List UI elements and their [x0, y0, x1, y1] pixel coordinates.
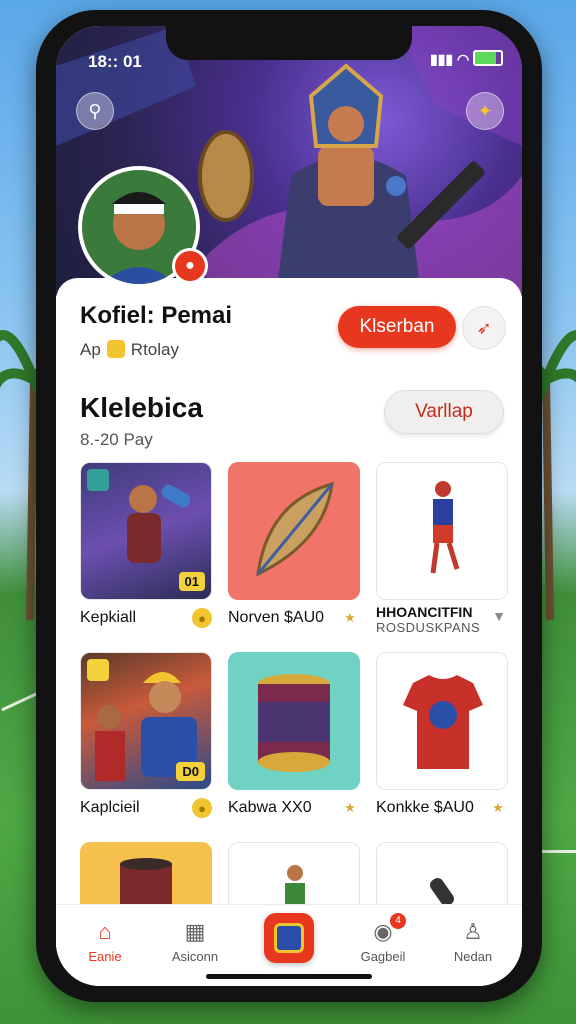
nav-chat[interactable]: ◉ 4 Gagbeil [348, 913, 418, 964]
item-caption: Norven $AU0 ★ [228, 608, 360, 628]
notification-badge: 4 [390, 913, 406, 929]
signal-icon: ▮▮▮ [430, 51, 454, 67]
wifi-icon: ◠ [457, 51, 470, 67]
section-subtitle: 8.-20 Pay [80, 430, 153, 449]
search-button[interactable]: ⚲ [76, 92, 114, 130]
star-icon: ★ [344, 800, 356, 815]
item-thumbnail: D0 [80, 652, 212, 790]
camera-icon: ● [185, 257, 195, 274]
battery-icon [473, 50, 504, 66]
view-all-button[interactable]: Varllap [384, 390, 504, 434]
center-badge-icon [274, 923, 304, 953]
profile-sub-label: Rtolay [130, 340, 179, 359]
item-corner-icon [87, 469, 109, 491]
nav-store[interactable]: ▦ Asiconn [160, 919, 230, 964]
item-thumbnail [376, 842, 508, 906]
item-label: Kaplcieil [80, 799, 140, 816]
phone-frame: 18:: 01 ▮▮▮ ◠ ⚲ ✦ ● Kofiel: Pemai Ap Rto… [36, 10, 542, 1002]
item-thumbnail: 01 [80, 462, 212, 600]
drum-art [120, 858, 172, 906]
item-card[interactable]: Kabwa XX0 ★ [228, 652, 360, 818]
item-card[interactable]: D0 Kaplcieil ● [80, 652, 212, 818]
item-corner-icon [87, 659, 109, 681]
nav-center-button[interactable] [264, 913, 314, 963]
user-icon: ♙ [463, 919, 483, 944]
chat-icon: ◉ 4 [370, 913, 406, 945]
nav-label: Asiconn [171, 949, 219, 964]
field-line [540, 850, 576, 853]
item-card[interactable] [228, 842, 360, 906]
profile-sub-prefix: Ap [80, 340, 101, 359]
camera-notch [166, 26, 412, 60]
section-title: Klelebica [80, 392, 203, 423]
nav-profile[interactable]: ♙ Nedan [438, 919, 508, 964]
star-icon: ★ [492, 800, 504, 815]
item-thumbnail [228, 842, 360, 906]
nav-label: Gagbeil [360, 949, 406, 964]
profile-name: Kofiel: Pemai [80, 302, 233, 329]
item-caption: Kaplcieil ● [80, 798, 212, 818]
app-screen: 18:: 01 ▮▮▮ ◠ ⚲ ✦ ● Kofiel: Pemai Ap Rto… [56, 26, 522, 986]
item-caption: Konkke $AU0 ★ [376, 798, 508, 818]
nav-home[interactable]: ⌂ Eanie [70, 919, 140, 964]
chevron-down-icon[interactable]: ▼ [492, 608, 506, 624]
item-thumbnail [376, 462, 508, 600]
status-signal-icons: ▮▮▮ ◠ [430, 50, 504, 68]
item-thumbnail [228, 462, 360, 600]
item-card[interactable] [80, 842, 212, 906]
item-caption: HHOANCITFIN ROSDUSKPANS [376, 604, 508, 635]
item-card[interactable] [376, 842, 508, 906]
item-label: Kepkiall [80, 609, 137, 626]
item-tag: D0 [176, 762, 205, 781]
avatar-badge[interactable]: ● [172, 248, 208, 284]
feather-art [256, 481, 334, 577]
share-button[interactable]: ➶ [462, 306, 506, 350]
primary-action-button[interactable]: Klserban [338, 306, 456, 348]
drum-art [258, 674, 330, 772]
bird-icon: ➶ [476, 317, 492, 338]
item-thumbnail [228, 652, 360, 790]
search-icon: ⚲ [88, 100, 102, 121]
item-label: Konkke $AU0 [376, 799, 474, 816]
field-line [1, 691, 39, 712]
player-art [430, 481, 460, 574]
item-thumbnail [80, 842, 212, 906]
item-card[interactable]: Konkke $AU0 ★ [376, 652, 508, 818]
store-icon: ▦ [184, 919, 206, 944]
item-label: Kabwa XX0 [228, 799, 312, 816]
item-tag: 01 [178, 572, 205, 591]
jersey-art [403, 675, 483, 769]
coin-icon: ● [192, 798, 212, 818]
coin-icon: ● [192, 608, 212, 628]
item-caption: Kepkiall ● [80, 608, 212, 628]
spear-icon: ✦ [477, 100, 493, 121]
coin-icon [106, 340, 125, 358]
menu-button[interactable]: ✦ [466, 92, 504, 130]
nav-label: Nedan [453, 949, 493, 964]
item-caption: Kabwa XX0 ★ [228, 798, 360, 818]
item-label: HHOANCITFIN [376, 604, 473, 620]
item-thumbnail [376, 652, 508, 790]
player-art [285, 865, 305, 905]
nav-label: Eanie [88, 949, 122, 964]
item-label: Norven $AU0 [228, 609, 325, 626]
profile-subtitle: Ap Rtolay [80, 340, 179, 360]
item-card[interactable]: HHOANCITFIN ROSDUSKPANS ▼ [376, 462, 508, 635]
item-card[interactable]: 01 Kepkiall ● [80, 462, 212, 628]
star-icon: ★ [344, 610, 356, 625]
microphone-art [430, 878, 454, 905]
home-icon: ⌂ [98, 919, 112, 944]
item-card[interactable]: Norven $AU0 ★ [228, 462, 360, 628]
item-sublabel: ROSDUSKPANS [376, 620, 481, 635]
home-indicator [206, 974, 372, 979]
status-time: 18:: 01 [88, 52, 142, 71]
